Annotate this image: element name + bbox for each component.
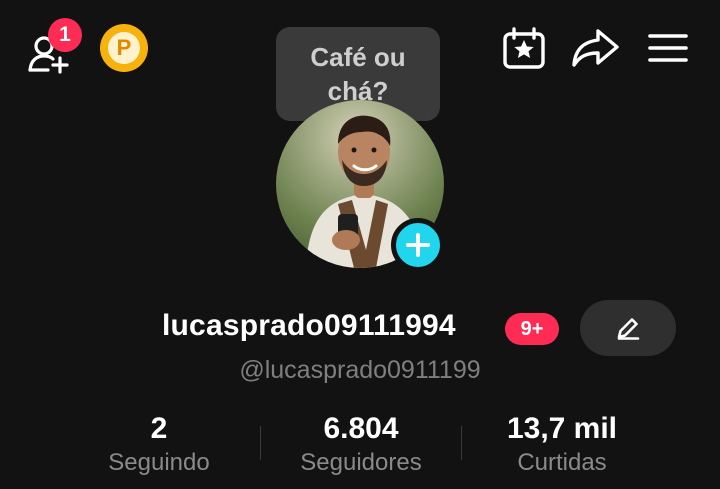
plus-icon bbox=[406, 233, 430, 257]
stat-following-label: Seguindo bbox=[108, 449, 210, 476]
share-button[interactable] bbox=[570, 25, 622, 71]
add-story-button[interactable] bbox=[391, 218, 445, 272]
friend-request-badge: 1 bbox=[48, 18, 82, 52]
pencil-icon bbox=[617, 318, 640, 340]
notification-badge[interactable]: 9+ bbox=[505, 313, 559, 345]
menu-icon bbox=[648, 34, 688, 62]
coin-button[interactable]: P bbox=[100, 24, 148, 72]
menu-button[interactable] bbox=[644, 27, 692, 69]
stat-followers-label: Seguidores bbox=[300, 449, 422, 476]
stat-following-value: 2 bbox=[150, 412, 168, 445]
stat-likes-value: 13,7 mil bbox=[506, 412, 618, 445]
stat-likes[interactable]: 13,7 mil Curtidas bbox=[462, 412, 662, 478]
edit-profile-button[interactable] bbox=[580, 300, 676, 356]
profile-handle: @lucasprado0911199 bbox=[239, 356, 481, 384]
stat-likes-label: Curtidas bbox=[517, 449, 607, 476]
profile-username: lucasprado09111994 bbox=[162, 309, 456, 342]
calendar-star-icon bbox=[503, 27, 545, 69]
stat-followers-value: 6.804 bbox=[323, 412, 399, 445]
calendar-button[interactable] bbox=[500, 25, 548, 71]
share-icon bbox=[572, 29, 619, 67]
bubble-text: Café ou chá? bbox=[310, 42, 406, 106]
stat-followers[interactable]: 6.804 Seguidores bbox=[261, 412, 461, 478]
coin-icon: P bbox=[108, 32, 140, 64]
stat-following[interactable]: 2 Seguindo bbox=[59, 412, 259, 478]
add-friend-button[interactable]: 1 bbox=[26, 18, 82, 74]
